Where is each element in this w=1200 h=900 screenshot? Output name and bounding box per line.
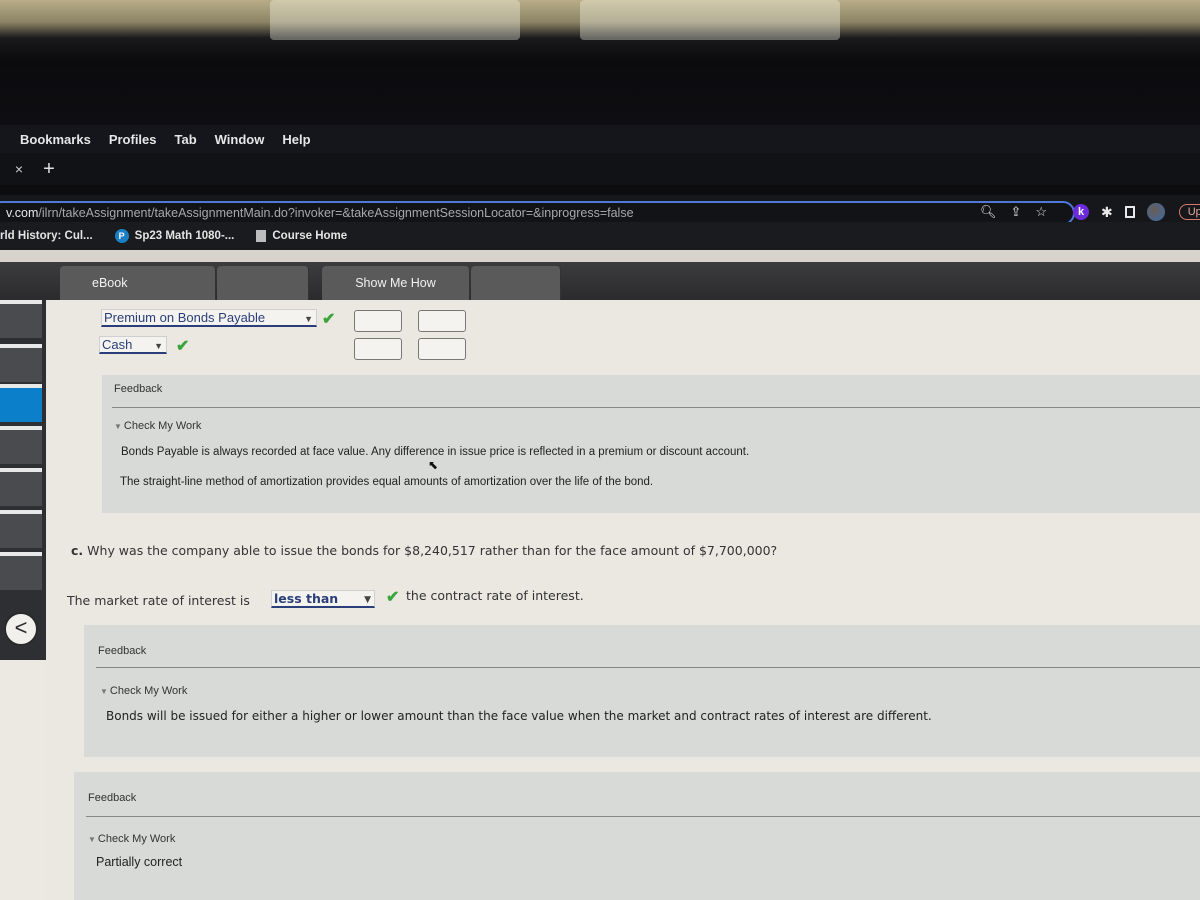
blank-tool-tab[interactable] [471,266,561,302]
menu-window[interactable]: Window [215,132,265,147]
blank-tool-tab[interactable] [217,266,309,302]
os-menu-bar: Bookmarks Profiles Tab Window Help [0,125,1200,153]
divider [112,407,1200,408]
question-nav-item[interactable] [0,552,42,590]
answer-suffix: the contract rate of interest. [406,588,584,603]
bookmark-label: rld History: Cul... [0,230,93,242]
url-path: /ilrn/takeAssignment/takeAssignmentMain.… [38,206,634,220]
check-my-work-label: Check My Work [123,420,202,432]
account-select-value: Premium on Bonds Payable [104,310,266,325]
account-select-value: Cash [102,337,133,352]
divider [86,816,1200,817]
zoom-icon[interactable]: 🔍︎ [980,204,997,220]
correct-check-icon: ✔ [176,338,190,355]
feedback-text: The straight-line method of amortization… [120,476,654,488]
dropdown-caret-icon: ▼ [364,595,371,605]
account-select-cash[interactable]: Cash ▼ [99,336,167,354]
left-margin [0,660,46,900]
show-me-how-label: Show Me How [355,276,436,290]
question-nav-item[interactable] [0,344,42,382]
check-my-work-toggle[interactable]: ▼ Check My Work [88,833,175,845]
interest-rate-select[interactable]: less than ▼ [271,590,375,608]
feedback-panel: Feedback ▼ Check My Work Bonds Payable is… [102,375,1200,513]
question-label: c. [71,543,84,558]
question-c-text: c. Why was the company able to issue the… [71,543,777,558]
feedback-label: Feedback [114,383,163,395]
bookmark-math-1080[interactable]: P Sp23 Math 1080-... [114,229,235,243]
star-icon[interactable]: ☆ [1035,204,1047,220]
show-me-how-tab[interactable]: Show Me How [322,266,470,302]
debit-amount-input[interactable] [354,338,402,360]
answer-prefix: The market rate of interest is [67,593,250,608]
feedback-panel: Feedback ▼ Check My Work Partially correc… [74,772,1200,900]
feedback-status: Partially correct [96,855,183,869]
screen-reflection [580,0,840,40]
tools-bar: eBook Show Me How [0,262,1200,302]
screen-reflection [270,0,520,40]
feedback-text: Bonds will be issued for either a higher… [106,709,932,723]
menu-tab[interactable]: Tab [175,132,197,147]
feedback-text: Bonds Payable is always recorded at face… [121,446,750,458]
correct-check-icon: ✔ [386,589,400,606]
bookmark-world-history[interactable]: rld History: Cul... [0,230,93,242]
ebook-tab[interactable]: eBook [60,266,216,302]
url-host: v.com [6,206,39,220]
sidebar-toggle-icon[interactable] [1124,206,1135,218]
question-nav-item[interactable] [0,300,42,338]
feedback-label: Feedback [88,792,137,804]
bookmark-label: Course Home [272,230,348,242]
mouse-cursor-icon: ⬉ [428,458,439,472]
question-body: Why was the company able to issue the bo… [87,543,778,558]
dropdown-caret-icon: ▼ [154,341,163,351]
bookmarks-bar: rld History: Cul... P Sp23 Math 1080-...… [0,222,1200,250]
dropdown-caret-icon: ▼ [304,314,313,324]
menu-bookmarks[interactable]: Bookmarks [20,132,91,147]
feedback-panel: Feedback ▼ Check My Work Bonds will be is… [84,625,1200,757]
credit-amount-input[interactable] [418,338,466,360]
close-tab-icon[interactable]: × [4,161,34,177]
check-my-work-toggle[interactable]: ▼ Check My Work [114,420,201,432]
check-my-work-label: Check My Work [109,685,188,697]
bookmark-course-home[interactable]: Course Home [256,230,347,242]
question-nav-item[interactable] [0,426,42,464]
question-nav-strip [0,300,46,660]
share-icon[interactable]: ⇪ [1011,204,1022,220]
interest-rate-select-value: less than [274,591,339,606]
assignment-content: Premium on Bonds Payable ▼ ✔ Cash ▼ ✔ Fe… [46,300,1200,900]
profile-avatar[interactable] [1146,203,1165,221]
previous-button[interactable]: < [4,612,38,646]
bookmark-label: Sp23 Math 1080-... [134,230,235,242]
chevron-left-icon: < [14,615,28,640]
check-my-work-toggle[interactable]: ▼ Check My Work [100,685,187,697]
correct-check-icon: ✔ [322,311,336,328]
account-select-premium[interactable]: Premium on Bonds Payable ▼ [101,309,317,327]
question-nav-item[interactable] [0,468,42,506]
credit-amount-input[interactable] [418,310,466,332]
triangle-down-icon: ▼ [100,687,108,696]
new-tab-icon[interactable]: + [34,158,64,181]
menu-profiles[interactable]: Profiles [109,132,157,147]
triangle-down-icon: ▼ [88,835,96,844]
triangle-down-icon: ▼ [114,422,122,431]
menu-help[interactable]: Help [282,132,310,147]
extensions-puzzle-icon[interactable]: ✱ [1101,204,1113,221]
browser-tab-strip: × + [0,153,1200,185]
check-my-work-label: Check My Work [97,833,176,845]
pearson-icon: P [114,229,129,243]
feedback-label: Feedback [98,645,147,657]
update-button[interactable]: Up [1178,204,1200,220]
question-nav-item[interactable] [0,510,42,548]
divider [96,667,1200,668]
extension-k-icon[interactable]: k [1073,204,1089,220]
question-nav-item-active[interactable] [0,384,42,422]
document-icon [256,230,267,242]
debit-amount-input[interactable] [354,310,402,332]
ebook-label: eBook [92,276,128,290]
